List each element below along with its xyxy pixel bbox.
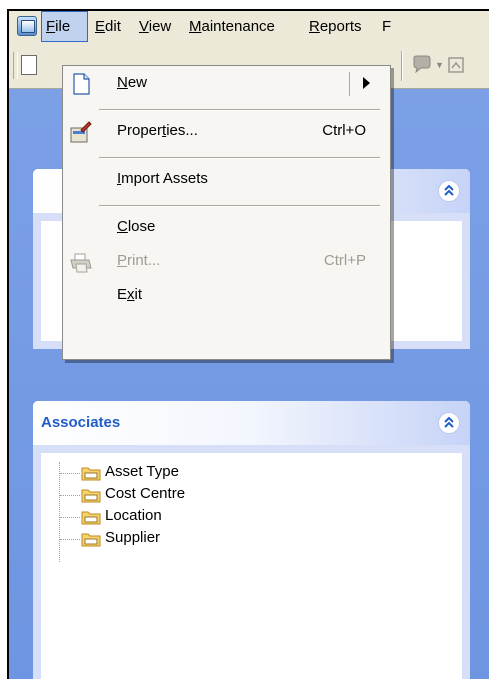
speech-bubble-icon[interactable] bbox=[411, 55, 433, 73]
collapse-button[interactable] bbox=[438, 412, 460, 434]
tree-item-label: Asset Type bbox=[105, 463, 179, 480]
menu-item-properties-label: Properties... bbox=[117, 122, 198, 139]
menu-separator bbox=[99, 157, 380, 159]
dropdown-arrow-icon[interactable]: ▼ bbox=[435, 60, 444, 70]
menu-truncated[interactable]: F bbox=[382, 11, 391, 42]
collapse-icon[interactable] bbox=[438, 180, 460, 202]
menu-reports-mnemonic: R bbox=[309, 18, 320, 35]
submenu-divider bbox=[349, 72, 350, 96]
menu-item-new[interactable]: New bbox=[63, 68, 390, 102]
folder-icon bbox=[81, 511, 101, 525]
tree-line bbox=[60, 473, 80, 474]
tree-item-label: Supplier bbox=[105, 529, 161, 546]
associates-tree: Asset Type Cost Centre Location Supplier bbox=[41, 453, 462, 679]
tree-line bbox=[60, 495, 80, 496]
menu-view[interactable]: View bbox=[139, 11, 171, 42]
menu-item-properties-shortcut: Ctrl+O bbox=[322, 122, 366, 139]
menu-maintenance-label: aintenance bbox=[201, 18, 275, 35]
menu-maintenance[interactable]: Maintenance bbox=[189, 11, 275, 42]
menu-bar: File Edit View Maintenance Reports F bbox=[9, 11, 489, 45]
tree-item-label: Location bbox=[105, 507, 162, 524]
chevron-up-icon bbox=[444, 184, 454, 196]
app-window: File Edit View Maintenance Reports F ▼ A… bbox=[7, 9, 489, 679]
globe-icon[interactable] bbox=[446, 54, 468, 76]
menu-item-import-assets[interactable]: Import Assets bbox=[63, 164, 390, 198]
menu-item-close-label: Close bbox=[117, 218, 156, 235]
menu-item-print-label: Print... bbox=[117, 252, 161, 269]
toolbar-grip[interactable] bbox=[13, 52, 18, 79]
menu-item-exit-label: Exit bbox=[117, 286, 143, 303]
menu-maintenance-mnemonic: M bbox=[189, 18, 202, 35]
associates-panel-body: Asset Type Cost Centre Location Supplier bbox=[33, 445, 470, 679]
file-menu-dropdown: New Properties... Ctrl+O Import Assets C… bbox=[62, 65, 391, 360]
new-document-icon[interactable] bbox=[21, 55, 37, 75]
associates-panel: Associates Asset Type Cost Centre Locati… bbox=[33, 401, 470, 679]
tree-line bbox=[60, 539, 80, 540]
menu-item-new-label: New bbox=[117, 74, 148, 91]
submenu-arrow-icon bbox=[363, 77, 370, 89]
menu-separator bbox=[99, 205, 380, 207]
menu-file-mnemonic: F bbox=[46, 18, 56, 35]
menu-view-label: iew bbox=[148, 18, 172, 35]
printer-icon bbox=[70, 253, 92, 273]
associates-panel-title: Associates bbox=[41, 414, 121, 431]
menu-item-properties[interactable]: Properties... Ctrl+O bbox=[63, 116, 390, 150]
folder-icon bbox=[81, 489, 101, 503]
menu-view-mnemonic: V bbox=[139, 18, 149, 35]
chevron-up-icon bbox=[444, 416, 454, 428]
menu-edit-label: dit bbox=[105, 18, 121, 35]
menu-reports[interactable]: Reports bbox=[309, 11, 362, 42]
menu-reports-label: eports bbox=[319, 18, 362, 35]
tree-line bbox=[59, 462, 60, 562]
new-document-icon bbox=[73, 73, 90, 95]
properties-icon bbox=[70, 121, 92, 143]
menu-file-label: ile bbox=[55, 18, 71, 35]
associates-panel-header[interactable]: Associates bbox=[33, 401, 470, 445]
menu-item-print-shortcut: Ctrl+P bbox=[323, 252, 366, 269]
folder-icon bbox=[81, 467, 101, 481]
tree-item-label: Cost Centre bbox=[105, 485, 186, 502]
toolbar-separator bbox=[401, 51, 403, 81]
menu-edit-mnemonic: E bbox=[95, 18, 106, 35]
menu-separator bbox=[99, 109, 380, 111]
menu-item-close[interactable]: Close bbox=[63, 212, 390, 246]
folder-icon bbox=[81, 533, 101, 547]
menu-item-import-assets-label: Import Assets bbox=[117, 170, 208, 187]
menu-file[interactable]: File bbox=[41, 11, 88, 42]
menu-item-exit[interactable]: Exit bbox=[63, 280, 390, 314]
menu-edit[interactable]: Edit bbox=[95, 11, 121, 42]
tree-line bbox=[60, 517, 80, 518]
menu-item-print: Print... Ctrl+P bbox=[63, 246, 390, 280]
app-icon[interactable] bbox=[17, 16, 37, 36]
